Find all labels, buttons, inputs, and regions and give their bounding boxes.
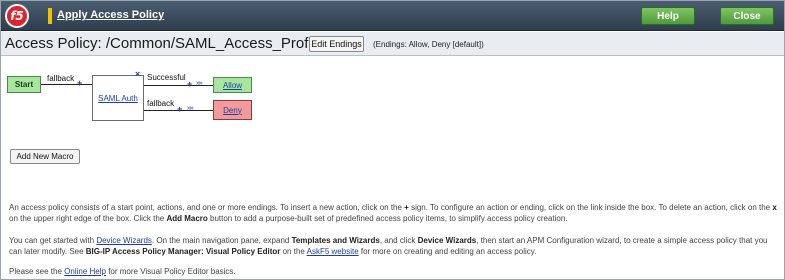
delete-action-icon[interactable]: × <box>135 69 140 79</box>
top-bar: f5 Apply Access Policy Help Close <box>1 1 784 31</box>
info-bold: Device Wizards <box>417 236 477 245</box>
insert-plus-icon[interactable]: + <box>177 104 182 114</box>
info-paragraph-1: An access policy consists of a start poi… <box>9 202 777 224</box>
start-node: Start <box>7 76 41 93</box>
ending-deny[interactable]: Deny <box>213 100 252 120</box>
connector-line <box>144 85 213 86</box>
start-branch-label: fallback <box>47 74 75 83</box>
title-marker <box>48 8 52 24</box>
info-paragraph-2: You can get started with Device Wizards.… <box>9 235 777 257</box>
info-text: for more on creating and editing an acce… <box>358 247 537 256</box>
edit-endings-button[interactable]: Edit Endings <box>309 36 364 52</box>
add-new-macro-button[interactable]: Add New Macro <box>10 149 80 164</box>
info-text: An access policy consists of a start poi… <box>9 203 405 212</box>
ending-allow[interactable]: Allow <box>213 77 252 93</box>
info-text: Please see the <box>9 267 65 276</box>
apply-access-policy-link[interactable]: Apply Access Policy <box>57 9 164 21</box>
saml-auth-link[interactable]: SAML Auth <box>98 94 138 103</box>
info-bold: Templates and Wizards <box>291 236 380 245</box>
saml-auth-node: SAML Auth <box>92 75 144 121</box>
connector-line <box>41 84 92 85</box>
endings-note: (Endings: Allow, Deny [default]) <box>373 40 484 49</box>
help-button[interactable]: Help <box>641 7 695 25</box>
info-bold: Add Macro <box>166 214 208 223</box>
info-text: sign. To configure an action or ending, … <box>408 203 773 212</box>
askf5-website-link[interactable]: AskF5 website <box>307 247 359 256</box>
page-title: Access Policy: /Common/SAML_Access_Profi… <box>5 35 324 52</box>
insert-plus-icon[interactable]: + <box>187 79 192 89</box>
device-wizards-link[interactable]: Device Wizards <box>96 236 152 245</box>
info-bold: x <box>772 203 777 212</box>
policy-header: Access Policy: /Common/SAML_Access_Profi… <box>1 32 784 56</box>
info-text: . On the main navigation pane, expand <box>151 236 292 245</box>
info-text: button to add a purpose-built set of pre… <box>207 214 568 223</box>
f5-logo-icon: f5 <box>5 4 29 28</box>
arrow-icon: »» <box>196 80 203 87</box>
info-bold: BIG-IP Access Policy Manager: Visual Pol… <box>85 247 281 256</box>
info-text: You can get started with <box>9 236 97 245</box>
successful-branch-label: Successful <box>147 73 186 82</box>
insert-plus-icon[interactable]: + <box>77 78 82 88</box>
info-text: on the upper right edge of the box. Clic… <box>9 214 167 223</box>
close-button[interactable]: Close <box>720 7 774 25</box>
arrow-icon: »» <box>187 105 194 112</box>
info-text: on the <box>280 247 307 256</box>
info-text: for more Visual Policy Editor basics. <box>105 267 236 276</box>
policy-diagram: Start fallback + SAML Auth × Successful … <box>0 56 785 196</box>
online-help-link[interactable]: Online Help <box>64 267 106 276</box>
info-paragraph-3: Please see the Online Help for more Visu… <box>9 266 777 277</box>
info-text: , and click <box>379 236 418 245</box>
fallback-branch-label: fallback <box>147 99 175 108</box>
